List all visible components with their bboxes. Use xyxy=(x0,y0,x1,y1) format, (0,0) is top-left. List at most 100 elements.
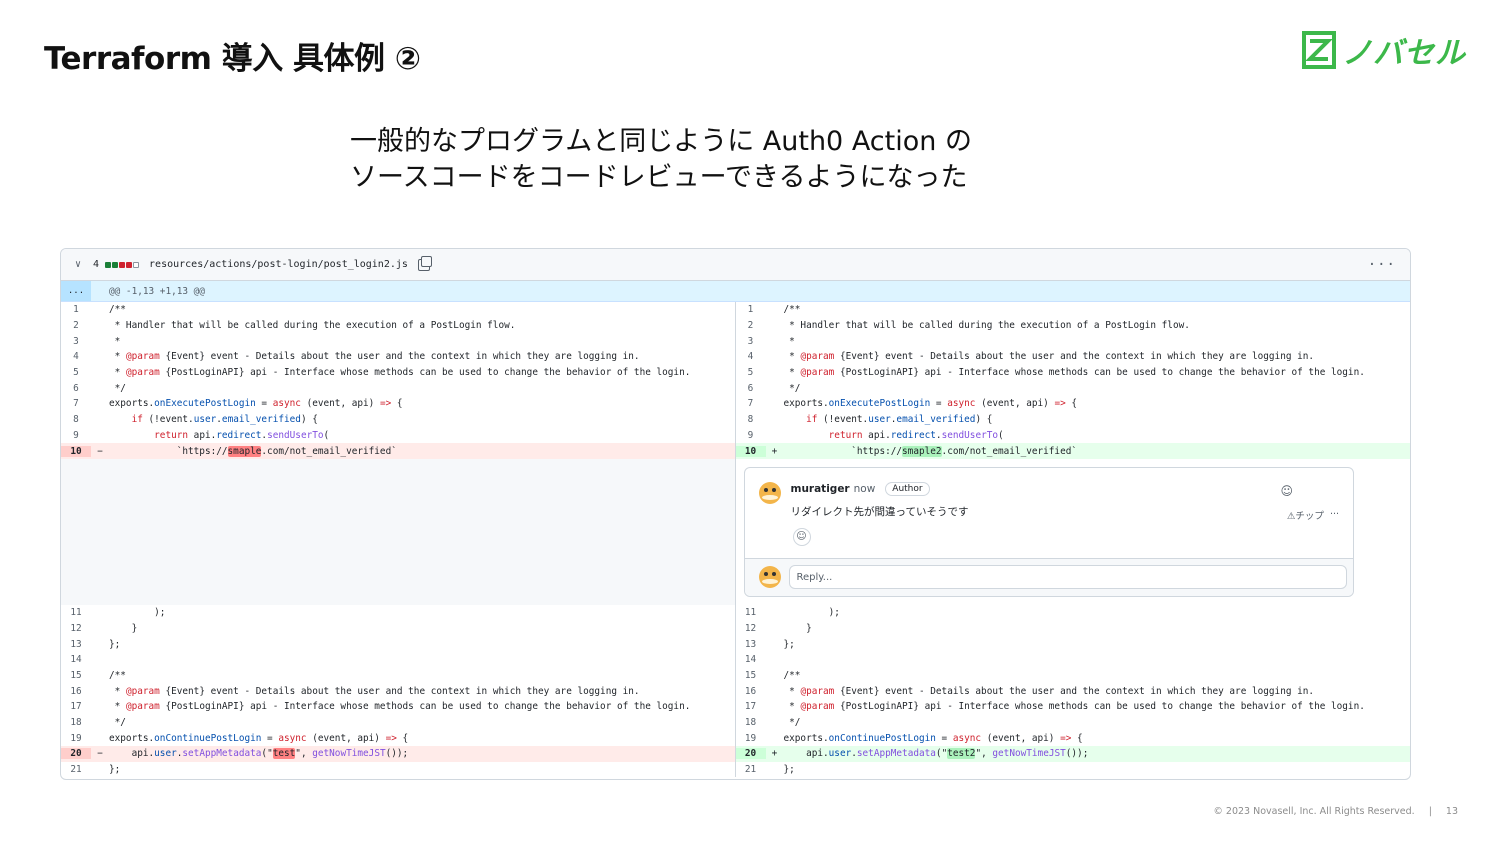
code-line: 16 * @param {Event} event - Details abou… xyxy=(736,683,1411,699)
diff-sign: + xyxy=(771,445,778,457)
comment: muratiger now Author リダイレクト先が間違っていそうです xyxy=(758,481,968,519)
code-text: * @param {Event} event - Details about t… xyxy=(783,351,1315,363)
file-menu-kebab-icon[interactable]: ··· xyxy=(1368,257,1396,273)
code-text: exports.onExecutePostLogin = async (even… xyxy=(783,398,1078,410)
line-number[interactable]: 21 xyxy=(736,764,766,775)
code-text: ); xyxy=(783,607,840,619)
code-text: */ xyxy=(783,382,801,394)
change-count: 4 xyxy=(93,259,100,270)
avatar[interactable] xyxy=(758,481,781,504)
code-line: 3 * xyxy=(736,333,1411,349)
code-text: * @param {PostLoginAPI} api - Interface … xyxy=(109,701,691,713)
code-text: * Handler that will be called during the… xyxy=(109,320,516,332)
comment-menu-kebab-icon[interactable]: ··· xyxy=(1330,509,1339,520)
code-line: 12 } xyxy=(61,621,735,637)
line-number[interactable]: 19 xyxy=(61,733,91,744)
code-text: exports.onContinuePostLogin = async (eve… xyxy=(783,732,1083,744)
diff-view: ∨ 4 resources/actions/post-login/post_lo… xyxy=(60,248,1411,780)
line-number[interactable]: 21 xyxy=(61,764,91,775)
line-number[interactable]: 7 xyxy=(736,398,766,409)
copy-icon[interactable] xyxy=(417,255,432,271)
line-number[interactable]: 3 xyxy=(61,336,91,347)
file-path-link[interactable]: resources/actions/post-login/post_login2… xyxy=(149,259,408,270)
add-reaction-smiley-icon[interactable]: ☺ xyxy=(1280,484,1293,498)
code-text: api.user.setAppMetadata("test2", getNowT… xyxy=(783,748,1089,760)
comment-time[interactable]: now xyxy=(854,483,876,495)
diff-sign: + xyxy=(771,748,778,760)
line-number[interactable]: 14 xyxy=(736,654,766,665)
line-number[interactable]: 17 xyxy=(736,701,766,712)
split-columns: 1 /** 2 * Handler that will be called duri… xyxy=(61,302,1411,778)
code-line: 5 * @param {PostLoginAPI} api - Interfac… xyxy=(61,365,735,381)
line-number[interactable]: 9 xyxy=(736,430,766,441)
line-number[interactable]: 1 xyxy=(61,304,91,315)
reaction-smiley-icon[interactable]: ☺ xyxy=(792,527,811,546)
code-text: }; xyxy=(109,638,121,650)
line-number[interactable]: 11 xyxy=(61,607,91,618)
line-number[interactable]: 10 xyxy=(61,445,91,457)
line-number[interactable]: 4 xyxy=(61,351,91,362)
line-number[interactable]: 9 xyxy=(61,430,91,441)
code-text: if (!event.user.email_verified) { xyxy=(806,414,993,426)
line-number[interactable]: 20 xyxy=(61,748,91,760)
code-text: * @param {Event} event - Details about t… xyxy=(783,685,1315,697)
line-number[interactable]: 6 xyxy=(736,383,766,394)
code-line: 9 return api.redirect.sendUserTo( xyxy=(61,428,735,444)
line-number[interactable]: 10 xyxy=(735,445,766,457)
line-number[interactable]: 6 xyxy=(61,383,91,394)
line-number[interactable]: 15 xyxy=(736,670,766,681)
line-number[interactable]: 2 xyxy=(736,320,766,331)
footer-separator: | xyxy=(1428,806,1432,817)
left-lines-top: 1 /** 2 * Handler that will be called duri… xyxy=(61,302,735,459)
code-line: 11 ); xyxy=(736,605,1411,621)
hunk-range: @@ -1,13 +1,13 @@ xyxy=(109,285,205,297)
expand-hunk-button[interactable]: ... xyxy=(61,281,91,301)
line-number[interactable]: 18 xyxy=(736,717,766,728)
code-text: /** xyxy=(783,669,801,681)
code-text: * @param {PostLoginAPI} api - Interface … xyxy=(109,367,691,379)
line-number[interactable]: 4 xyxy=(736,351,766,362)
code-text: }; xyxy=(109,764,121,776)
code-text: * @param {PostLoginAPI} api - Interface … xyxy=(783,367,1365,379)
line-number[interactable]: 16 xyxy=(61,686,91,697)
line-number[interactable]: 11 xyxy=(736,607,766,618)
line-number[interactable]: 12 xyxy=(736,623,766,634)
line-number[interactable]: 1 xyxy=(736,304,766,315)
comment-author[interactable]: muratiger xyxy=(791,483,850,495)
line-number[interactable]: 17 xyxy=(61,701,91,712)
code-text: /** xyxy=(109,304,126,316)
line-number[interactable]: 19 xyxy=(736,733,766,744)
line-number[interactable]: 15 xyxy=(61,670,91,681)
reply-input[interactable] xyxy=(788,565,1347,590)
diff-sign: − xyxy=(97,748,103,760)
right-lines-top: 1 /** 2 * Handler that will be called duri… xyxy=(735,302,1411,459)
line-number[interactable]: 16 xyxy=(736,686,766,697)
line-number[interactable]: 8 xyxy=(736,414,766,425)
footer: © 2023 Novasell, Inc. All Rights Reserve… xyxy=(1213,806,1458,817)
code-line: 13}; xyxy=(61,636,735,652)
code-line: 6 */ xyxy=(61,380,735,396)
code-text: * Handler that will be called during the… xyxy=(783,320,1190,332)
line-number[interactable]: 8 xyxy=(61,414,91,425)
tip-label: チップ xyxy=(1295,510,1324,522)
logo-mark-icon xyxy=(1302,31,1336,69)
line-number[interactable]: 20 xyxy=(735,748,766,760)
diffstat-add-block xyxy=(105,261,112,268)
line-number[interactable]: 13 xyxy=(61,639,91,650)
collapse-chevron-icon[interactable]: ∨ xyxy=(75,259,87,270)
code-line: 1 /** xyxy=(736,302,1411,318)
left-column: 1 /** 2 * Handler that will be called duri… xyxy=(61,302,736,778)
line-number[interactable]: 7 xyxy=(61,398,91,409)
line-number[interactable]: 3 xyxy=(736,336,766,347)
line-number[interactable]: 5 xyxy=(736,367,766,378)
line-number[interactable]: 2 xyxy=(61,320,91,331)
line-number[interactable]: 12 xyxy=(61,623,91,634)
code-line: 8 if (!event.user.email_verified) { xyxy=(61,412,735,428)
tip-button[interactable]: ⚠チップ xyxy=(1287,508,1324,522)
line-number[interactable]: 5 xyxy=(61,367,91,378)
line-number[interactable]: 13 xyxy=(736,639,766,650)
line-number[interactable]: 18 xyxy=(61,717,91,728)
line-number[interactable]: 14 xyxy=(61,654,91,665)
code-line: 5 * @param {PostLoginAPI} api - Interfac… xyxy=(736,365,1411,381)
copyright: © 2023 Novasell, Inc. All Rights Reserve… xyxy=(1213,806,1415,817)
